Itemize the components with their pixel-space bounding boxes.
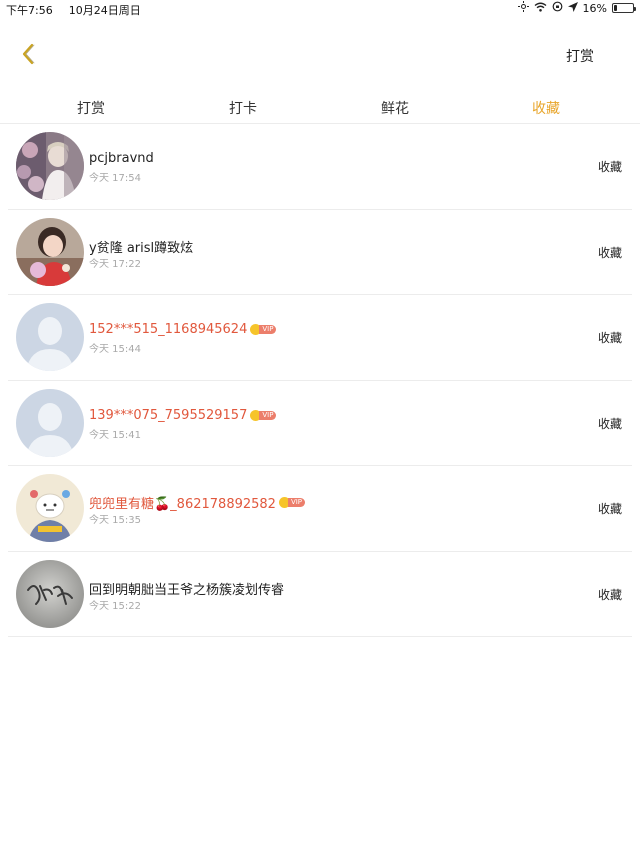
lock-rotation-icon <box>552 1 563 15</box>
back-button[interactable] <box>16 40 42 68</box>
list-item[interactable]: 139***075_7595529157 VIP 今天 15:41 收藏 <box>8 381 632 466</box>
vip-badge: VIP <box>250 409 277 421</box>
list-item[interactable]: pcjbravnd 今天 17:54 收藏 <box>8 124 632 210</box>
name-line: 152***515_1168945624 VIP <box>89 322 277 337</box>
user-name: y贫隆 arisl蹲致炫 <box>89 240 194 256</box>
timestamp: 今天 15:22 <box>89 600 141 612</box>
status-date: 10月24日周日 <box>68 4 141 17</box>
user-name: pcjbravnd <box>89 151 154 166</box>
name-line: 回到明朝朏当王爷之杨簇凌划传睿 <box>89 579 284 598</box>
favorites-list: pcjbravnd 今天 17:54 收藏 y贫隆 arisl蹲致炫 今天 17… <box>0 124 640 637</box>
status-left: 下午7:56 10月24日周日 <box>6 2 141 18</box>
favorite-label[interactable]: 收藏 <box>598 158 622 175</box>
vip-badge: VIP <box>250 324 277 335</box>
battery-icon <box>612 3 636 13</box>
battery-level <box>614 5 617 11</box>
user-name: 139***075_7595529157 <box>89 407 248 423</box>
avatar <box>16 217 84 286</box>
tab-favorites[interactable]: 收藏 <box>516 98 576 118</box>
favorite-label[interactable]: 收藏 <box>598 415 622 432</box>
user-name: 152***515_1168945624 <box>89 322 248 337</box>
avatar <box>16 132 84 200</box>
list-item[interactable]: 兜兜里有糖🍒_862178892582 VIP 今天 15:35 收藏 <box>8 466 632 552</box>
avatar <box>16 559 84 628</box>
chevron-left-icon <box>16 43 42 72</box>
timestamp: 今天 17:54 <box>89 173 141 184</box>
user-name: 兜兜里有糖🍒_862178892582 <box>89 497 276 512</box>
location-arrow-icon <box>567 1 578 15</box>
tab-reward[interactable]: 打赏 <box>61 98 121 118</box>
list-item[interactable]: 回到明朝朏当王爷之杨簇凌划传睿 今天 15:22 收藏 <box>8 552 632 637</box>
name-line: pcjbravnd <box>89 151 154 166</box>
timestamp: 今天 15:41 <box>89 429 141 441</box>
list-item[interactable]: y贫隆 arisl蹲致炫 今天 17:22 收藏 <box>8 210 632 295</box>
battery-percent: 16% <box>582 1 607 15</box>
timestamp: 今天 15:35 <box>89 515 141 526</box>
wifi-icon <box>534 2 547 15</box>
status-time: 下午7:56 <box>6 4 53 17</box>
moon-icon <box>517 1 529 15</box>
favorite-label[interactable]: 收藏 <box>598 500 622 517</box>
timestamp: 今天 15:44 <box>89 344 141 355</box>
status-right: 16% <box>517 1 636 15</box>
favorite-label[interactable]: 收藏 <box>598 244 622 261</box>
reward-button[interactable]: 打赏 <box>566 46 594 66</box>
default-avatar-icon <box>16 303 84 371</box>
tab-flowers[interactable]: 鲜花 <box>365 98 425 118</box>
user-name: 回到明朝朏当王爷之杨簇凌划传睿 <box>89 582 285 598</box>
favorite-label[interactable]: 收藏 <box>598 586 622 603</box>
name-line: y贫隆 arisl蹲致炫 <box>89 237 193 256</box>
name-line: 139***075_7595529157 VIP <box>89 407 277 423</box>
avatar <box>16 474 84 542</box>
list-item[interactable]: 152***515_1168945624 VIP 今天 15:44 收藏 <box>8 295 632 381</box>
nav-bar: 打赏 <box>0 18 640 88</box>
name-line: 兜兜里有糖🍒_862178892582 VIP <box>89 493 306 512</box>
tab-bar: 打赏 打卡 鲜花 收藏 <box>0 88 640 124</box>
favorite-label[interactable]: 收藏 <box>598 329 622 346</box>
status-bar: 下午7:56 10月24日周日 16% <box>0 0 640 18</box>
vip-badge: VIP <box>278 497 306 508</box>
tab-checkin[interactable]: 打卡 <box>213 98 273 118</box>
default-avatar-icon <box>16 388 84 457</box>
timestamp: 今天 17:22 <box>89 258 141 270</box>
